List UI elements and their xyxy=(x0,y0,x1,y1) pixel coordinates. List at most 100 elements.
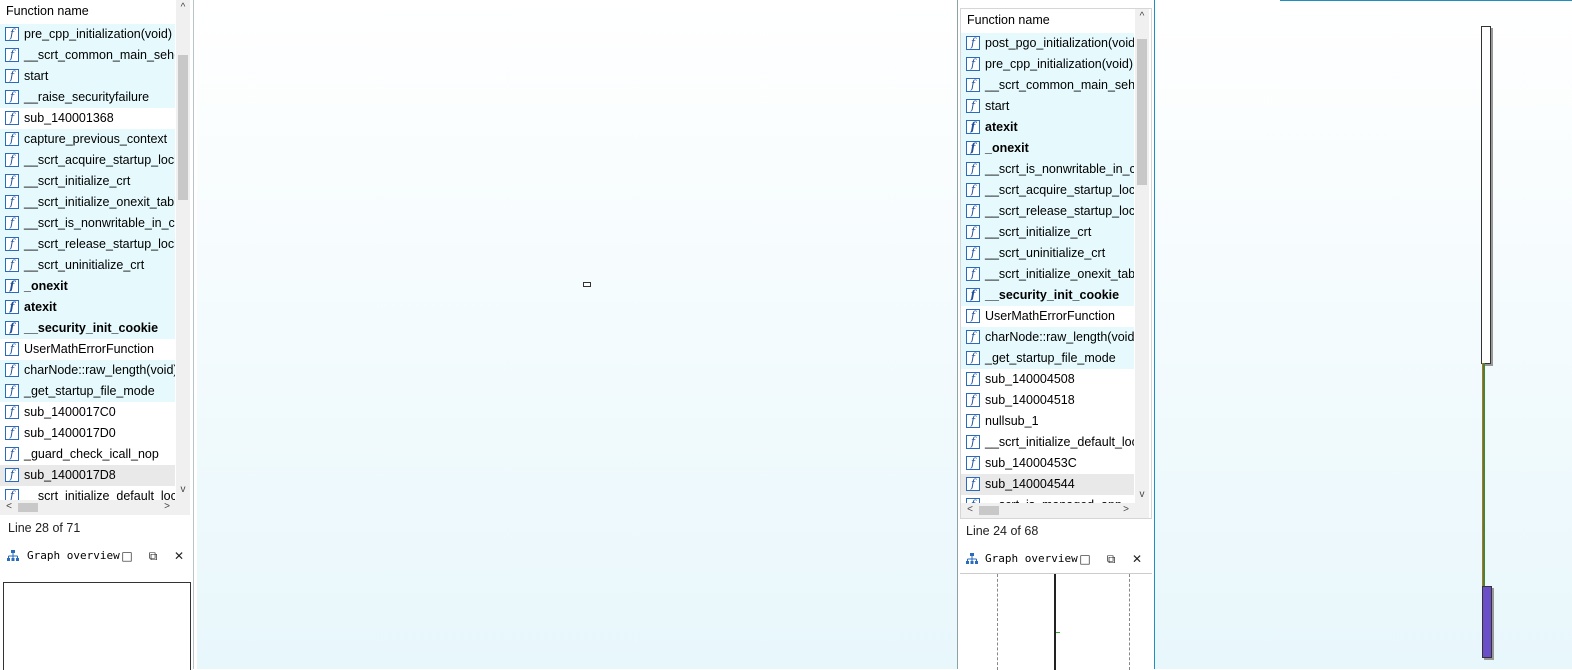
function-list-row[interactable]: f sub_14000453C xyxy=(961,453,1134,474)
function-list-row[interactable]: f __scrt_initialize_crt xyxy=(961,222,1134,243)
function-list-row[interactable]: f __scrt_initialize_crt xyxy=(0,171,175,192)
function-list-row[interactable]: f pre_cpp_initialization(void) xyxy=(0,24,175,45)
function-list-row[interactable]: f sub_1400017C0 xyxy=(0,402,175,423)
function-icon: f xyxy=(5,48,19,62)
scroll-right-arrow-icon[interactable]: > xyxy=(160,501,174,513)
function-list-row[interactable]: f atexit xyxy=(0,297,175,318)
function-name-label: _get_startup_file_mode xyxy=(24,384,155,398)
function-list-row[interactable]: f start xyxy=(961,96,1134,117)
function-name-label: sub_1400017D8 xyxy=(24,468,116,482)
graph-node-tiny[interactable] xyxy=(583,282,591,287)
right-function-list[interactable]: Function name f post_pgo_initialization(v… xyxy=(960,8,1152,519)
function-list-row[interactable]: f __security_init_cookie xyxy=(0,318,175,339)
function-list-row[interactable]: f post_pgo_initialization(void) xyxy=(961,33,1134,54)
function-list-row[interactable]: f _onexit xyxy=(961,138,1134,159)
function-icon: f xyxy=(966,99,980,113)
function-list-row[interactable]: f sub_140004518 xyxy=(961,390,1134,411)
function-icon: f xyxy=(966,120,980,134)
right-scroll-thumb[interactable] xyxy=(1137,39,1147,185)
function-name-label: __scrt_common_main_seh(void) xyxy=(24,48,175,62)
function-list-row[interactable]: f sub_1400017D0 xyxy=(0,423,175,444)
function-list-row[interactable]: f _get_startup_file_mode xyxy=(0,381,175,402)
function-name-label: _get_startup_file_mode xyxy=(985,351,1116,365)
function-list-row[interactable]: f sub_140004508 xyxy=(961,369,1134,390)
function-list-row[interactable]: f __scrt_release_startup_lock xyxy=(0,234,175,255)
overview-viewport-right-edge xyxy=(1129,574,1130,670)
scroll-right-arrow-icon[interactable]: > xyxy=(1119,504,1133,516)
function-list-row[interactable]: f sub_140001368 xyxy=(0,108,175,129)
function-list-row[interactable]: f charNode::raw_length(void) xyxy=(0,360,175,381)
function-name-label: __scrt_uninitialize_crt xyxy=(24,258,145,272)
function-list-row[interactable]: f start xyxy=(0,66,175,87)
scroll-down-arrow-icon[interactable]: v xyxy=(1135,489,1149,501)
function-icon: f xyxy=(5,258,19,272)
left-scroll-thumb[interactable] xyxy=(178,55,188,200)
function-list-row[interactable]: f __scrt_initialize_onexit_tables xyxy=(961,264,1134,285)
function-list-row[interactable]: f _get_startup_file_mode xyxy=(961,348,1134,369)
function-list-row[interactable]: f __scrt_is_nonwritable_in_current_image xyxy=(961,159,1134,180)
right-hscroll-thumb[interactable] xyxy=(979,506,999,515)
right-horizontal-scrollbar[interactable]: < > xyxy=(961,503,1149,518)
function-name-label: __scrt_initialize_default_local_stdio_op… xyxy=(985,435,1134,449)
function-list-row[interactable]: f __scrt_uninitialize_crt xyxy=(961,243,1134,264)
right-graph-topline xyxy=(1280,0,1572,1)
left-horizontal-scrollbar[interactable]: < > xyxy=(0,500,190,515)
graph-overview-icon xyxy=(6,544,20,568)
maximize-icon[interactable]: □ xyxy=(118,544,136,568)
scroll-up-arrow-icon[interactable]: ^ xyxy=(176,2,190,14)
graph-node-bottom[interactable] xyxy=(1482,586,1492,658)
left-graph-overview-titlebar[interactable]: Graph overview □ ⧉ ✕ xyxy=(0,544,193,568)
function-list-row[interactable]: f __scrt_common_main_seh(void) xyxy=(0,45,175,66)
function-list-row[interactable]: f __security_init_cookie xyxy=(961,285,1134,306)
graph-node-block[interactable] xyxy=(1481,26,1491,364)
right-graph-view[interactable] xyxy=(1155,0,1572,669)
function-list-row[interactable]: f __scrt_release_startup_lock xyxy=(961,201,1134,222)
function-list-row[interactable]: f capture_previous_context xyxy=(0,129,175,150)
function-list-row[interactable]: f UserMathErrorFunction xyxy=(0,339,175,360)
right-graph-overview-titlebar[interactable]: Graph overview □ ⧉ ✕ xyxy=(960,547,1152,571)
function-list-row[interactable]: f sub_1400017D8 xyxy=(0,465,175,486)
function-name-label: sub_1400017D0 xyxy=(24,426,116,440)
function-list-row[interactable]: f nullsub_1 xyxy=(961,411,1134,432)
function-name-label: sub_140004518 xyxy=(985,393,1075,407)
right-graph-overview-canvas[interactable] xyxy=(960,573,1152,670)
graph-overview-icon xyxy=(965,547,979,571)
function-list-row[interactable]: f __raise_securityfailure xyxy=(0,87,175,108)
function-list-row[interactable]: f __scrt_is_nonwritable_in_current_image xyxy=(0,213,175,234)
close-icon[interactable]: ✕ xyxy=(1128,547,1146,571)
left-function-list[interactable]: Function name f pre_cpp_initialization(vo… xyxy=(0,0,193,515)
restore-icon[interactable]: ⧉ xyxy=(1102,547,1120,571)
left-panel-divider[interactable] xyxy=(193,0,194,669)
function-list-row[interactable]: f __scrt_acquire_startup_lock xyxy=(0,150,175,171)
function-list-row[interactable]: f UserMathErrorFunction xyxy=(961,306,1134,327)
close-icon[interactable]: ✕ xyxy=(170,544,188,568)
function-list-row[interactable]: f __scrt_uninitialize_crt xyxy=(0,255,175,276)
function-list-row[interactable]: f __scrt_common_main_seh(void) xyxy=(961,75,1134,96)
function-list-row[interactable]: f __scrt_acquire_startup_lock xyxy=(961,180,1134,201)
function-name-label: atexit xyxy=(985,120,1018,134)
function-list-row[interactable]: f _onexit xyxy=(0,276,175,297)
function-list-row[interactable]: f atexit xyxy=(961,117,1134,138)
right-vertical-scrollbar[interactable]: ^ v xyxy=(1135,9,1149,503)
center-right-divider[interactable] xyxy=(957,0,958,669)
function-list-row[interactable]: f __scrt_initialize_default_local_stdio_o… xyxy=(961,432,1134,453)
function-list-row[interactable]: f _guard_check_icall_nop xyxy=(0,444,175,465)
scroll-up-arrow-icon[interactable]: ^ xyxy=(1135,11,1149,23)
scroll-left-arrow-icon[interactable]: < xyxy=(2,501,16,513)
function-list-row[interactable]: f pre_cpp_initialization(void) xyxy=(961,54,1134,75)
scroll-down-arrow-icon[interactable]: v xyxy=(176,484,190,496)
function-list-row[interactable]: f sub_140004544 xyxy=(961,474,1134,495)
left-vertical-scrollbar[interactable]: ^ v xyxy=(176,0,190,500)
scroll-left-arrow-icon[interactable]: < xyxy=(963,504,977,516)
function-list-row[interactable]: f charNode::raw_length(void) xyxy=(961,327,1134,348)
maximize-icon[interactable]: □ xyxy=(1076,547,1094,571)
left-function-list-header[interactable]: Function name xyxy=(0,0,181,22)
left-hscroll-thumb[interactable] xyxy=(18,503,38,512)
center-graph-view[interactable] xyxy=(197,0,957,669)
function-icon: f xyxy=(5,300,19,314)
function-list-row[interactable]: f __scrt_initialize_onexit_tables xyxy=(0,192,175,213)
left-graph-overview-canvas[interactable] xyxy=(3,582,191,670)
right-function-list-header[interactable]: Function name xyxy=(961,9,1139,31)
restore-icon[interactable]: ⧉ xyxy=(144,544,162,568)
function-icon: f xyxy=(966,435,980,449)
